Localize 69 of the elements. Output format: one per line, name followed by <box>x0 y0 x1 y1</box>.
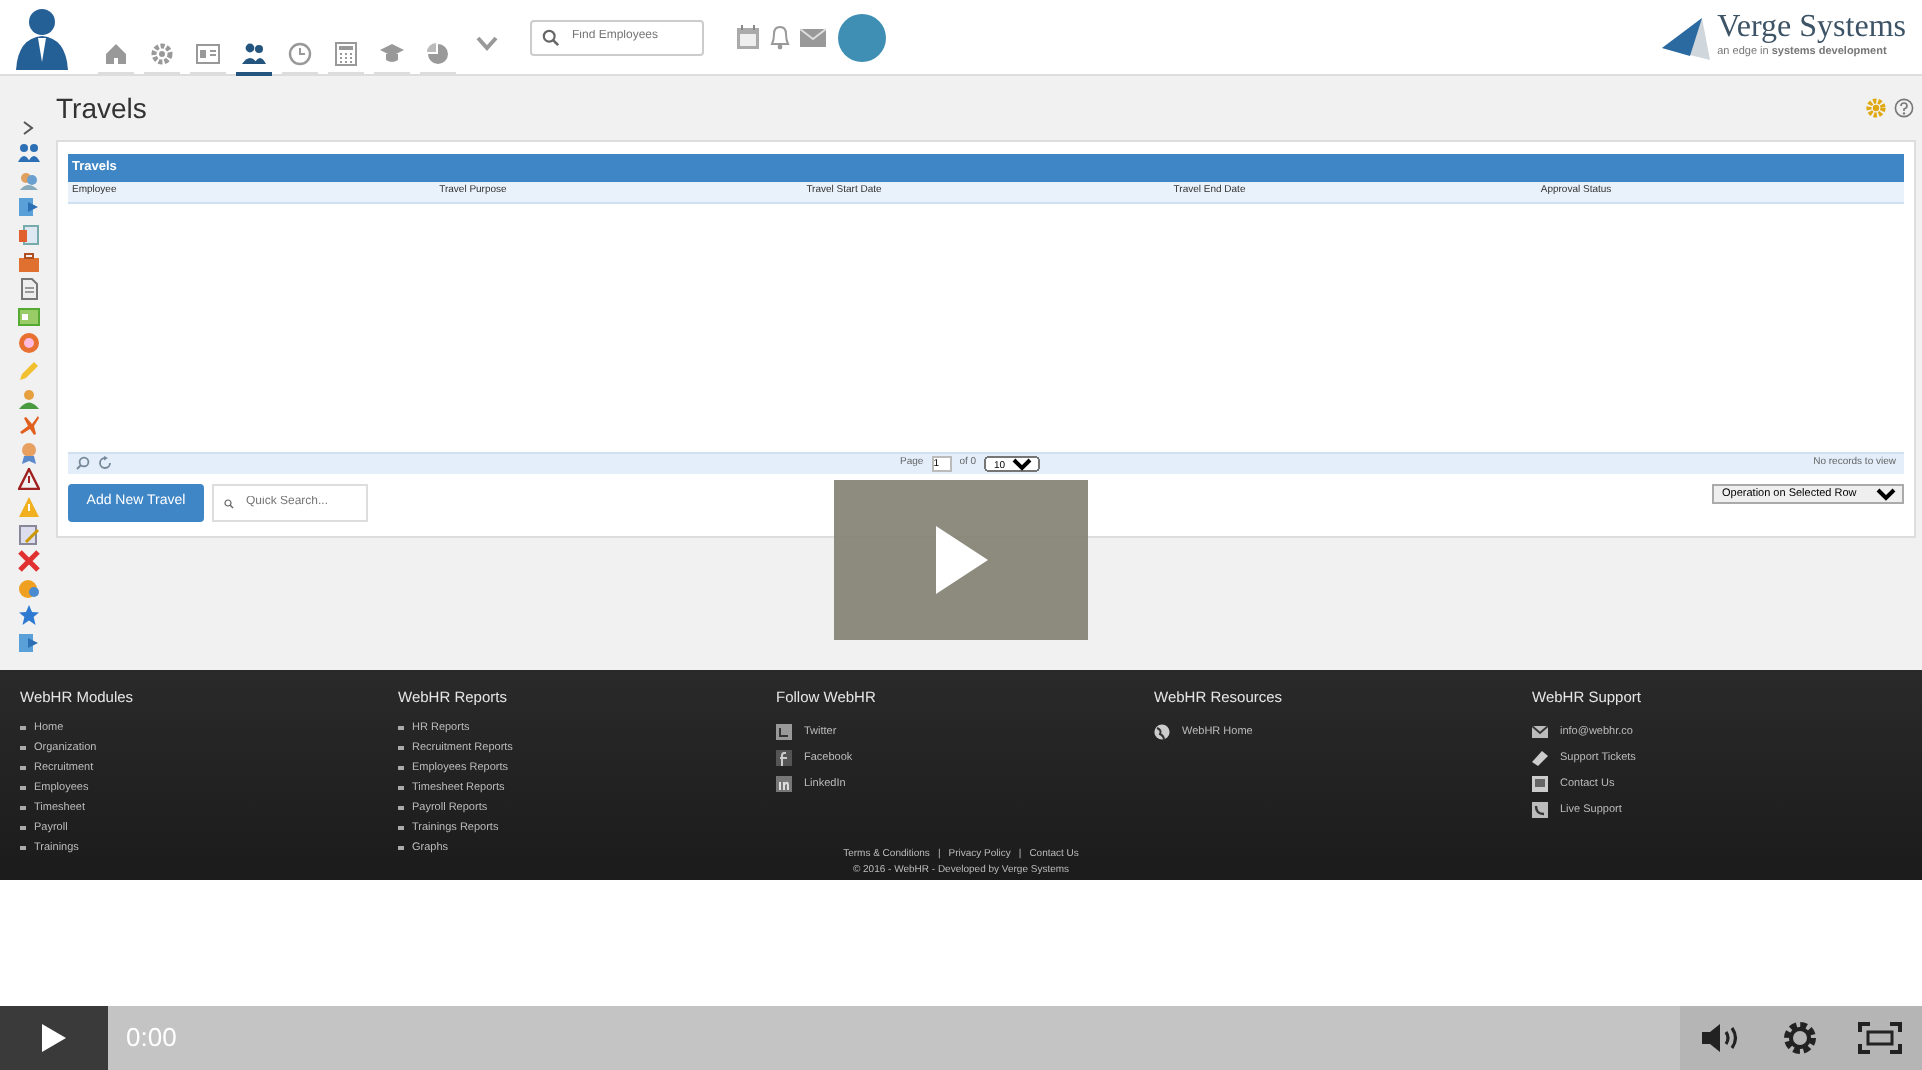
document-icon[interactable] <box>17 224 39 247</box>
badge-icon[interactable] <box>17 441 39 464</box>
gear-icon[interactable] <box>1866 98 1886 118</box>
id-card-icon <box>196 41 220 65</box>
bullet-icon <box>398 726 404 731</box>
graduation-cap-icon <box>380 41 404 65</box>
play-icon <box>935 526 987 594</box>
envelope-icon[interactable] <box>800 27 826 47</box>
bullet-icon <box>20 726 26 731</box>
bullet-icon <box>20 786 26 791</box>
calculator-icon <box>334 41 358 65</box>
person-icon[interactable] <box>17 387 39 410</box>
people-icon <box>242 41 266 65</box>
video-time: 0:00 <box>126 1020 177 1057</box>
envelope-icon <box>1532 723 1548 740</box>
chevron-down-icon[interactable] <box>476 36 498 53</box>
play-icon <box>40 1022 68 1054</box>
circle-icon[interactable] <box>17 577 39 600</box>
bullet-icon <box>20 826 26 831</box>
people-icon[interactable] <box>17 142 39 165</box>
gear-icon <box>150 41 174 65</box>
arrow-box-icon[interactable] <box>17 196 39 219</box>
pie-chart-icon <box>426 41 450 65</box>
bullet-icon <box>20 846 26 851</box>
bullet-icon <box>398 846 404 851</box>
pyramid-logo-icon <box>1661 15 1710 59</box>
clock-icon <box>288 41 312 65</box>
bullet-icon <box>398 786 404 791</box>
star-icon[interactable] <box>17 604 39 627</box>
warning-icon[interactable] <box>17 468 39 491</box>
bullet-icon <box>398 806 404 811</box>
bullet-icon <box>20 746 26 751</box>
search-icon <box>542 27 560 47</box>
bell-icon[interactable] <box>768 24 792 50</box>
fullscreen-icon[interactable] <box>1858 1022 1903 1054</box>
bullet-icon <box>398 746 404 751</box>
avatar-circle[interactable] <box>838 13 886 61</box>
card-icon[interactable] <box>17 305 39 328</box>
chat-icon <box>1532 775 1548 792</box>
home-icon <box>104 41 128 65</box>
tile-icon <box>776 749 792 766</box>
calendar-icon[interactable] <box>736 24 760 50</box>
play-overlay[interactable] <box>834 480 1088 640</box>
bullet-icon <box>398 766 404 771</box>
search-icon[interactable] <box>76 455 90 470</box>
play-button[interactable] <box>0 1006 108 1070</box>
brand-name: Verge Systems <box>1717 12 1906 45</box>
bullet-icon <box>20 766 26 771</box>
note-icon[interactable] <box>17 523 39 546</box>
page-title: Travels <box>56 94 147 122</box>
circle-icon[interactable] <box>17 332 39 355</box>
tile-icon <box>776 723 792 740</box>
tile-icon <box>776 775 792 792</box>
arrow-box-icon[interactable] <box>17 631 39 654</box>
search-icon <box>224 493 234 513</box>
briefcase-icon[interactable] <box>17 251 39 274</box>
people-icon[interactable] <box>17 169 39 192</box>
chevron-right-icon[interactable] <box>22 119 34 136</box>
phone-icon <box>1532 801 1548 818</box>
person-logo-icon <box>16 5 68 69</box>
cross-icon[interactable] <box>17 550 39 573</box>
bullet-icon <box>20 806 26 811</box>
document-icon[interactable] <box>17 278 39 301</box>
globe-icon <box>1154 723 1170 740</box>
help-icon[interactable] <box>1894 98 1914 118</box>
settings-icon[interactable] <box>1782 1020 1819 1056</box>
ticket-icon <box>1532 749 1548 766</box>
bullet-icon <box>398 826 404 831</box>
refresh-icon[interactable] <box>98 455 112 470</box>
